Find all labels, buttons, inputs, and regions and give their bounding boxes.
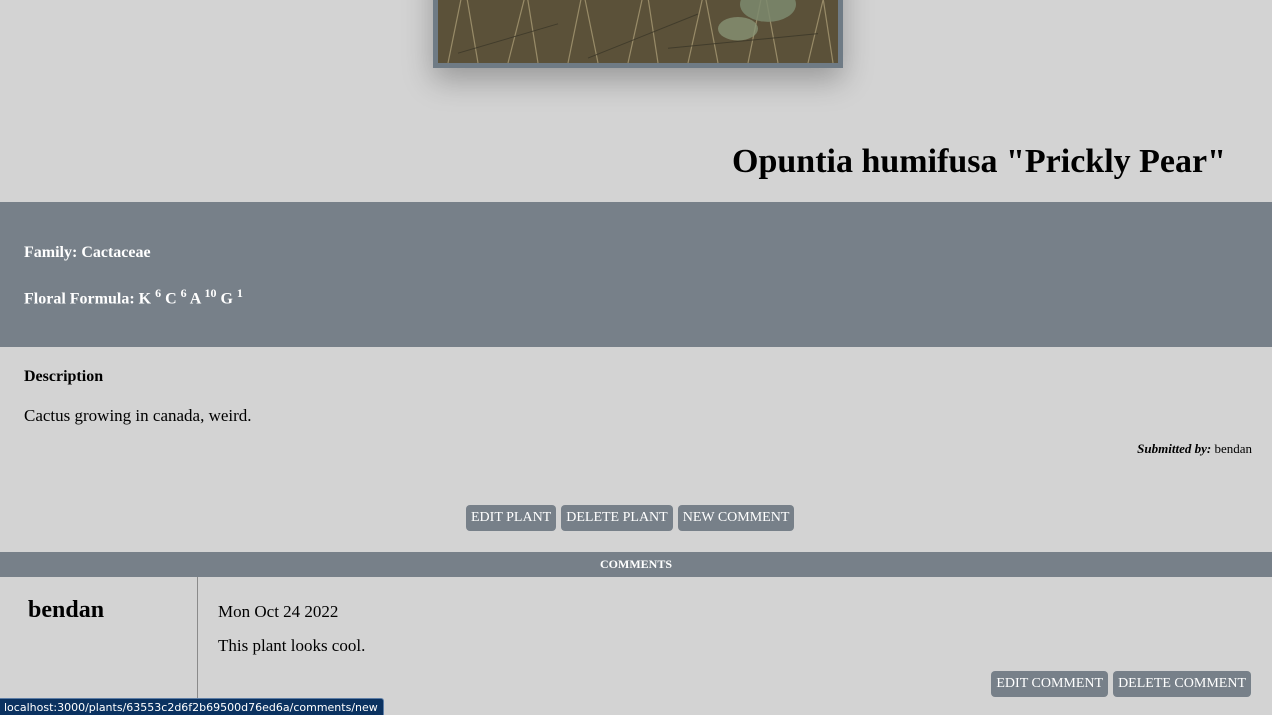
formula-letter-c: C — [165, 290, 177, 308]
link-status-bar: localhost:3000/plants/63553c2d6f2b69500d… — [0, 698, 384, 715]
comment-date: Mon Oct 24 2022 — [218, 602, 339, 621]
comments-heading: COMMENTS — [0, 552, 1272, 577]
formula-count-k: 6 — [155, 286, 162, 300]
description-text: Cactus growing in canada, weird. — [24, 406, 252, 425]
plant-detail-page: Opuntia humifusa "Prickly Pear" Family: … — [0, 0, 1272, 715]
delete-comment-button[interactable]: DELETE COMMENT — [1113, 671, 1251, 697]
formula-count-g: 1 — [236, 286, 243, 300]
formula-letter-g: G — [220, 290, 233, 308]
formula-count-a: 10 — [204, 286, 217, 300]
plant-photo — [433, 0, 843, 68]
floral-formula-label: Floral Formula: — [24, 290, 135, 308]
edit-plant-button[interactable]: EDIT PLANT — [466, 505, 557, 531]
floral-formula: Floral Formula: K 6 C 6 A 10 G 1 — [24, 286, 243, 308]
formula-letter-k: K — [138, 290, 152, 308]
formula-letter-a: A — [189, 290, 201, 308]
plant-actions: EDIT PLANT DELETE PLANT NEW COMMENT — [466, 505, 795, 531]
submitted-by-label: Submitted by: — [1137, 441, 1212, 456]
description-heading: Description — [24, 368, 104, 385]
delete-plant-button[interactable]: DELETE PLANT — [561, 505, 673, 531]
comment-actions: EDIT COMMENT DELETE COMMENT — [991, 671, 1251, 697]
formula-count-c: 6 — [180, 286, 187, 300]
comment-author-column: bendan — [0, 577, 198, 715]
plant-title: Opuntia humifusa "Prickly Pear" — [732, 143, 1226, 180]
edit-comment-button[interactable]: EDIT COMMENT — [991, 671, 1109, 697]
submitted-by: Submitted by: bendan — [1137, 441, 1252, 457]
new-comment-button[interactable]: NEW COMMENT — [677, 505, 795, 531]
plant-family: Family: Cactaceae — [24, 244, 151, 261]
comment-text: This plant looks cool. — [218, 636, 366, 655]
submitted-by-user: bendan — [1214, 441, 1252, 456]
plant-info-panel: Family: Cactaceae Floral Formula: K 6 C … — [0, 202, 1272, 347]
comment-author: bendan — [28, 597, 105, 623]
plant-photo-image — [438, 0, 838, 63]
